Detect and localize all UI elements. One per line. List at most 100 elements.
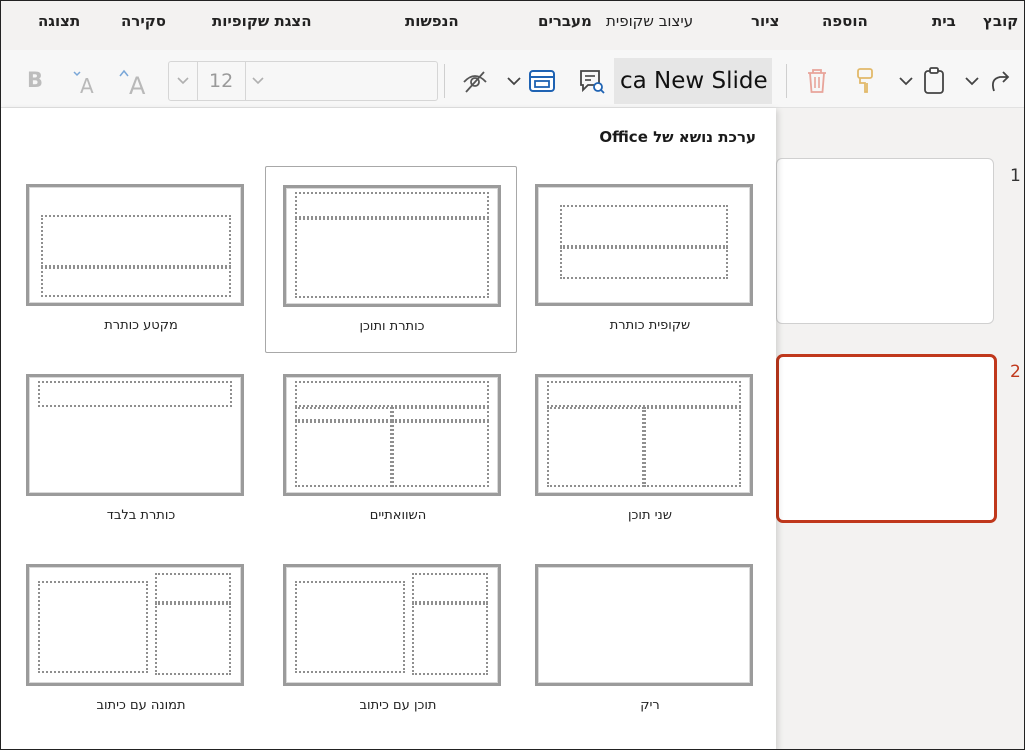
chevron-down-icon [177,77,189,85]
placeholder [295,407,392,421]
layout-preview [535,184,753,306]
tab-review[interactable]: סקירה [121,12,166,30]
bold-button[interactable]: B [22,64,48,96]
layout-blank[interactable]: ריק [524,546,776,732]
layout-preview [283,374,501,496]
placeholder [41,215,231,267]
placeholder [412,603,488,675]
placeholder [155,603,231,675]
layout-gallery: ערכת נושא של Office שקופית כותרת כותרת ו… [0,108,776,750]
decrease-font-icon: A [73,71,94,98]
chevron-down-icon [507,77,521,86]
decrease-font-button[interactable]: A [68,62,102,98]
combo-divider [197,62,198,100]
menu-bar: קובץ בית הוספה ציור עיצוב שקופית מעברים … [0,0,1025,50]
layout-comparison[interactable]: השוואתיים [272,356,524,542]
layout-content-caption[interactable]: תוכן עם כיתוב [272,546,524,732]
placeholder [38,381,232,407]
tab-insert[interactable]: הוספה [822,12,868,30]
svg-text:A: A [129,72,146,98]
placeholder [38,581,148,673]
placeholder [547,381,741,407]
placeholder [560,205,728,247]
comment-search-icon [580,70,605,94]
placeholder [41,267,231,297]
format-painter-icon [857,68,873,93]
placeholder [155,573,231,603]
tab-draw[interactable]: ציור [751,12,779,30]
ribbon-separator [786,64,787,98]
combo-divider [245,62,246,100]
layout-preview [283,185,501,307]
layout-preview [26,564,244,686]
redo-icon [991,71,1010,92]
placeholder [412,573,488,603]
chevron-down-icon [965,77,979,86]
placeholder [295,192,489,218]
tab-slideshow[interactable]: הצגת שקופיות [212,12,312,30]
placeholder [295,218,489,298]
placeholder [547,407,644,487]
layout-section-header[interactable]: מקטע כותרת [15,166,267,352]
new-slide-button[interactable]: ca New Slide [614,58,772,104]
layout-preview [283,564,501,686]
reuse-slides-button[interactable] [574,64,608,98]
delete-button[interactable] [800,64,834,98]
layout-caption: כותרת בלבד [106,508,176,523]
tab-design[interactable]: עיצוב שקופית [606,12,693,30]
layout-picture-caption[interactable]: תמונה עם כיתוב [15,546,267,732]
increase-font-button[interactable]: A [115,62,151,98]
ribbon-separator [444,64,445,98]
placeholder [295,421,392,487]
chevron-down-icon [899,77,913,86]
layout-caption: תוכן עם כיתוב [359,698,437,713]
layout-caption: שקופית כותרת [609,318,691,333]
layout-button[interactable] [502,64,560,98]
layout-icon [529,70,555,92]
tab-file[interactable]: קובץ [983,12,1018,30]
layout-caption: מקטע כותרת [104,318,178,333]
delete-icon [808,69,826,93]
tab-home[interactable]: בית [932,12,956,30]
layout-caption: שני תוכן [628,508,672,523]
placeholder [392,421,489,487]
font-size-value: 12 [209,70,234,92]
increase-font-icon: A [119,69,146,98]
layout-title-slide[interactable]: שקופית כותרת [524,166,776,352]
tab-animations[interactable]: הנפשות [405,12,459,30]
layout-preview [26,374,244,496]
placeholder [295,381,489,407]
placeholder [392,407,489,421]
layout-caption: ריק [640,698,660,713]
layout-caption: תמונה עם כיתוב [96,698,186,713]
layout-title-content[interactable]: כותרת ותוכן [265,166,517,353]
format-painter-button[interactable] [848,64,882,98]
tab-view[interactable]: תצוגה [38,12,80,30]
clipboard-icon [924,67,944,94]
layout-preview [26,184,244,306]
layout-caption: השוואתיים [369,508,427,523]
layout-title-only[interactable]: כותרת בלבד [15,356,267,542]
chevron-down-icon [252,77,264,85]
layout-preview [535,374,753,496]
slide-number-2: 2 [1010,362,1021,382]
bold-icon: B [26,68,43,92]
layout-two-content[interactable]: שני תוכן [524,356,776,542]
gallery-title: ערכת נושא של Office [599,128,756,146]
placeholder [644,407,741,487]
placeholder [560,247,728,279]
layout-preview [535,564,753,686]
slide-number-1: 1 [1010,166,1021,186]
paste-button[interactable] [892,64,952,98]
hide-slide-button[interactable] [458,64,492,98]
redo-button[interactable] [960,64,1016,98]
svg-text:A: A [80,74,94,98]
new-slide-label: ca New Slide [620,68,768,94]
font-size-combo[interactable]: 12 [168,61,438,101]
slide-thumbnail-1[interactable] [776,158,994,324]
slide-thumbnail-2[interactable] [776,354,997,523]
hide-icon [463,71,487,93]
tab-transitions[interactable]: מעברים [538,12,592,30]
placeholder [295,581,405,673]
ribbon: B A A 12 [0,50,1025,108]
